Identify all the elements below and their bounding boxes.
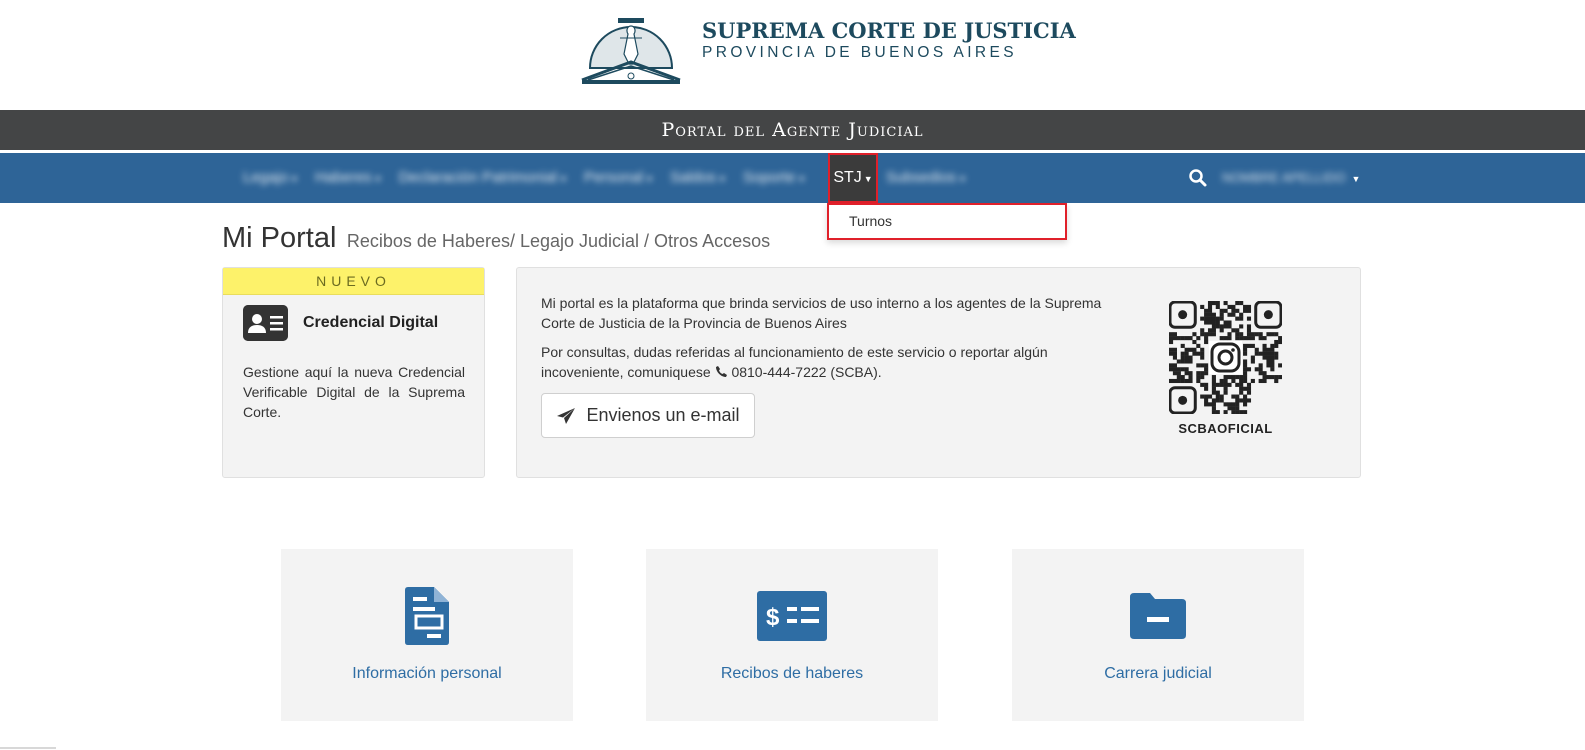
- logo-subtitle: PROVINCIA DE BUENOS AIRES: [702, 44, 1017, 61]
- search-icon[interactable]: [1188, 168, 1208, 188]
- dropdown-item-turnos[interactable]: Turnos: [829, 205, 1065, 237]
- tile-label: Carrera judicial: [1104, 665, 1212, 682]
- credential-card[interactable]: NUEVO Credencial Digital Gestione aquí l…: [222, 267, 485, 478]
- credential-description: Gestione aquí la nueva Credencial Verifi…: [243, 364, 465, 420]
- folder-icon: [1130, 593, 1186, 639]
- logo-title: SUPREMA CORTE DE JUSTICIA: [702, 18, 1076, 43]
- nav-item-subsedios[interactable]: Subsedios ▼: [878, 153, 975, 203]
- qr-label: SCBAOFICIAL: [1178, 421, 1273, 436]
- tile-label: Recibos de haberes: [720, 665, 864, 682]
- instagram-qr-code[interactable]: [1169, 301, 1282, 414]
- paper-plane-icon: [557, 407, 576, 424]
- send-email-button[interactable]: Envienos un e-mail: [541, 393, 755, 438]
- credential-header: Credencial Digital: [243, 305, 438, 341]
- nav-item-declaracion[interactable]: Declaración Patrimonial ▼: [391, 153, 576, 203]
- nav-item-stj[interactable]: STJ ▼: [828, 153, 878, 203]
- nav-stj-label: STJ: [833, 169, 862, 186]
- phone-number: 0810-444-7222 (SCBA).: [731, 364, 882, 380]
- site-header: SUPREMA CORTE DE JUSTICIA PROVINCIA DE B…: [0, 0, 1585, 110]
- tile-recibos-haberes[interactable]: $ Recibos de haberes: [646, 549, 938, 721]
- main-navbar: Legajo ▼ Haberes ▼ Declaración Patrimonial…: [0, 153, 1585, 203]
- portal-title-band: Portal del Agente Judicial: [0, 110, 1585, 150]
- tile-carrera-judicial[interactable]: Carrera judicial: [1012, 549, 1304, 721]
- nav-item-haberes[interactable]: Haberes ▼: [307, 153, 391, 203]
- nav-menu: Legajo ▼ Haberes ▼ Declaración Patrimonial…: [235, 153, 814, 203]
- page-title: Mi Portal Recibos de Haberes/ Legajo Jud…: [222, 222, 770, 255]
- svg-text:$: $: [766, 604, 780, 631]
- nav-item-soporte[interactable]: Soporte ▼: [735, 153, 814, 203]
- user-name: NOMBRE APELLIDO: [1222, 170, 1346, 185]
- contact-paragraph: Por consultas, dudas referidas al funcio…: [541, 342, 1106, 382]
- nav-item-saldos[interactable]: Saldos ▼: [662, 153, 735, 203]
- money-bill-icon: $: [757, 591, 827, 641]
- credential-title: Credencial Digital: [303, 314, 439, 331]
- document-icon: [405, 587, 449, 645]
- page-title-main: Mi Portal: [222, 222, 337, 254]
- new-badge: NUEVO: [223, 268, 484, 295]
- user-menu[interactable]: NOMBRE APELLIDO ▼: [1222, 153, 1360, 203]
- tile-label: Información personal: [352, 665, 502, 682]
- id-card-icon: [243, 305, 288, 341]
- bottom-divider: [0, 747, 56, 749]
- phone-icon: [715, 366, 727, 377]
- court-emblem-logo: [581, 18, 681, 84]
- nav-item-legajo[interactable]: Legajo ▼: [235, 153, 307, 203]
- stj-dropdown-menu: Turnos: [827, 203, 1067, 240]
- send-email-label: Envienos un e-mail: [586, 405, 740, 425]
- caret-down-icon: ▼: [1351, 174, 1361, 184]
- logo-text: SUPREMA CORTE DE JUSTICIA PROVINCIA DE B…: [702, 18, 1076, 62]
- nav-menu-right: Subsedios ▼: [878, 153, 975, 203]
- info-card: Mi portal es la plataforma que brinda se…: [516, 267, 1361, 478]
- portal-title: Portal del Agente Judicial: [661, 119, 924, 141]
- tile-informacion-personal[interactable]: Información personal: [281, 549, 573, 721]
- nav-item-personal[interactable]: Personal ▼: [576, 153, 662, 203]
- caret-down-icon: ▼: [863, 174, 873, 184]
- info-paragraph: Mi portal es la plataforma que brinda se…: [541, 295, 1102, 331]
- page-subtitle: Recibos de Haberes/ Legajo Judicial / Ot…: [346, 231, 771, 251]
